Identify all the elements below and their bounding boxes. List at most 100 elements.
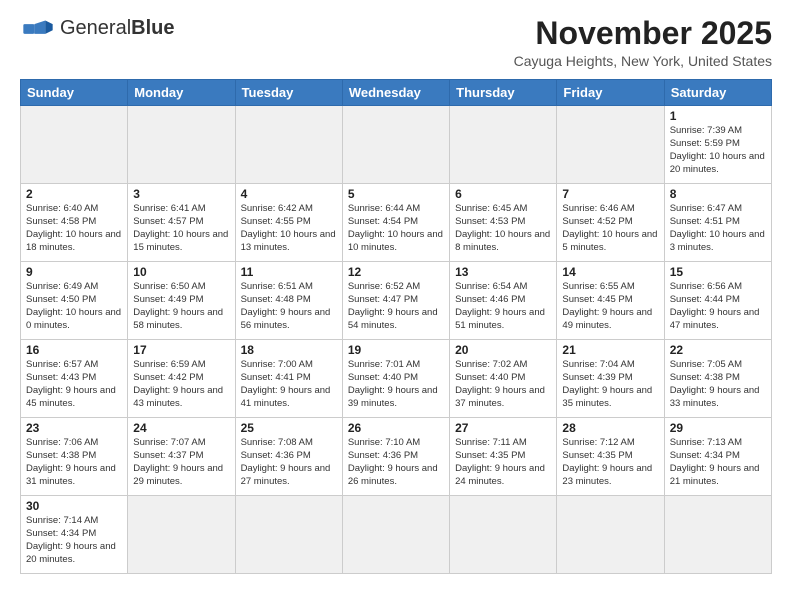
day-info: Sunrise: 6:45 AMSunset: 4:53 PMDaylight:… [455,203,551,254]
day-info: Sunrise: 7:02 AMSunset: 4:40 PMDaylight:… [455,359,551,410]
day-number: 12 [348,265,444,279]
calendar-row: 9 Sunrise: 6:49 AMSunset: 4:50 PMDaylight… [21,262,772,340]
day-cell: 6 Sunrise: 6:45 AMSunset: 4:53 PMDaylight… [450,184,557,262]
day-cell: 23 Sunrise: 7:06 AMSunset: 4:38 PMDayligh… [21,418,128,496]
day-cell: 27Sunrise: 7:11 AMSunset: 4:35 PMDayligh… [450,418,557,496]
day-number: 3 [133,187,229,201]
title-block: November 2025 Cayuga Heights, New York, … [514,16,772,69]
header-saturday: Saturday [664,80,771,106]
day-info: Sunrise: 7:01 AMSunset: 4:40 PMDaylight:… [348,359,444,410]
day-cell: 24 Sunrise: 7:07 AMSunset: 4:37 PMDayligh… [128,418,235,496]
day-info: Sunrise: 6:54 AMSunset: 4:46 PMDaylight:… [455,281,551,332]
day-info: Sunrise: 7:14 AMSunset: 4:34 PMDaylight:… [26,515,122,566]
calendar-row: 1Sunrise: 7:39 AMSunset: 5:59 PMDaylight… [21,106,772,184]
day-cell: 14 Sunrise: 6:55 AMSunset: 4:45 PMDayligh… [557,262,664,340]
day-info: Sunrise: 6:41 AMSunset: 4:57 PMDaylight:… [133,203,229,254]
day-number: 9 [26,265,122,279]
day-number: 11 [241,265,337,279]
day-number: 25 [241,421,337,435]
empty-cell [235,496,342,574]
logo-blue-text: Blue [131,17,174,39]
day-number: 27 [455,421,551,435]
day-number: 28 [562,421,658,435]
day-info: Sunrise: 7:04 AMSunset: 4:39 PMDaylight:… [562,359,658,410]
day-number: 5 [348,187,444,201]
day-cell: 9 Sunrise: 6:49 AMSunset: 4:50 PMDaylight… [21,262,128,340]
empty-cell [664,496,771,574]
day-cell: 8 Sunrise: 6:47 AMSunset: 4:51 PMDaylight… [664,184,771,262]
page: GeneralBlue November 2025 Cayuga Heights… [0,0,792,584]
empty-cell [235,106,342,184]
header-sunday: Sunday [21,80,128,106]
empty-cell [21,106,128,184]
day-info: Sunrise: 6:56 AMSunset: 4:44 PMDaylight:… [670,281,766,332]
day-number: 16 [26,343,122,357]
empty-cell [128,496,235,574]
logo-icon [20,18,56,40]
day-cell: 4 Sunrise: 6:42 AMSunset: 4:55 PMDaylight… [235,184,342,262]
day-cell: 17 Sunrise: 6:59 AMSunset: 4:42 PMDayligh… [128,340,235,418]
day-info: Sunrise: 6:51 AMSunset: 4:48 PMDaylight:… [241,281,337,332]
day-cell: 16 Sunrise: 6:57 AMSunset: 4:43 PMDayligh… [21,340,128,418]
day-info: Sunrise: 7:10 AMSunset: 4:36 PMDaylight:… [348,437,444,488]
day-cell: 25 Sunrise: 7:08 AMSunset: 4:36 PMDayligh… [235,418,342,496]
day-cell: 11 Sunrise: 6:51 AMSunset: 4:48 PMDayligh… [235,262,342,340]
day-cell: 10 Sunrise: 6:50 AMSunset: 4:49 PMDayligh… [128,262,235,340]
day-number: 19 [348,343,444,357]
calendar-row: 16 Sunrise: 6:57 AMSunset: 4:43 PMDayligh… [21,340,772,418]
calendar-row: 30Sunrise: 7:14 AMSunset: 4:34 PMDayligh… [21,496,772,574]
day-info: Sunrise: 6:59 AMSunset: 4:42 PMDaylight:… [133,359,229,410]
calendar: Sunday Monday Tuesday Wednesday Thursday… [20,79,772,574]
day-cell: 29 Sunrise: 7:13 AMSunset: 4:34 PMDayligh… [664,418,771,496]
day-cell: 26Sunrise: 7:10 AMSunset: 4:36 PMDayligh… [342,418,449,496]
day-cell: 5 Sunrise: 6:44 AMSunset: 4:54 PMDaylight… [342,184,449,262]
day-info: Sunrise: 7:07 AMSunset: 4:37 PMDaylight:… [133,437,229,488]
day-cell: 3 Sunrise: 6:41 AMSunset: 4:57 PMDaylight… [128,184,235,262]
day-info: Sunrise: 6:47 AMSunset: 4:51 PMDaylight:… [670,203,766,254]
day-info: Sunrise: 7:06 AMSunset: 4:38 PMDaylight:… [26,437,122,488]
day-cell: 13Sunrise: 6:54 AMSunset: 4:46 PMDayligh… [450,262,557,340]
day-number: 23 [26,421,122,435]
day-info: Sunrise: 6:42 AMSunset: 4:55 PMDaylight:… [241,203,337,254]
day-cell: 21 Sunrise: 7:04 AMSunset: 4:39 PMDayligh… [557,340,664,418]
day-cell: 30Sunrise: 7:14 AMSunset: 4:34 PMDayligh… [21,496,128,574]
day-number: 21 [562,343,658,357]
day-info: Sunrise: 7:12 AMSunset: 4:35 PMDaylight:… [562,437,658,488]
day-info: Sunrise: 7:13 AMSunset: 4:34 PMDaylight:… [670,437,766,488]
day-info: Sunrise: 6:40 AMSunset: 4:58 PMDaylight:… [26,203,122,254]
day-number: 29 [670,421,766,435]
header-wednesday: Wednesday [342,80,449,106]
day-cell: 1Sunrise: 7:39 AMSunset: 5:59 PMDaylight… [664,106,771,184]
day-number: 6 [455,187,551,201]
day-number: 4 [241,187,337,201]
day-info: Sunrise: 7:00 AMSunset: 4:41 PMDaylight:… [241,359,337,410]
day-number: 10 [133,265,229,279]
day-info: Sunrise: 6:49 AMSunset: 4:50 PMDaylight:… [26,281,122,332]
day-number: 18 [241,343,337,357]
empty-cell [342,496,449,574]
header-tuesday: Tuesday [235,80,342,106]
empty-cell [342,106,449,184]
calendar-row: 2Sunrise: 6:40 AMSunset: 4:58 PMDaylight… [21,184,772,262]
day-number: 17 [133,343,229,357]
logo: GeneralBlue [20,16,175,40]
empty-cell [128,106,235,184]
day-cell: 18 Sunrise: 7:00 AMSunset: 4:41 PMDayligh… [235,340,342,418]
day-info: Sunrise: 6:44 AMSunset: 4:54 PMDaylight:… [348,203,444,254]
day-info: Sunrise: 6:57 AMSunset: 4:43 PMDaylight:… [26,359,122,410]
day-info: Sunrise: 7:39 AMSunset: 5:59 PMDaylight:… [670,125,766,176]
day-cell: 19 Sunrise: 7:01 AMSunset: 4:40 PMDayligh… [342,340,449,418]
header-thursday: Thursday [450,80,557,106]
day-cell: 20Sunrise: 7:02 AMSunset: 4:40 PMDayligh… [450,340,557,418]
day-number: 7 [562,187,658,201]
day-cell: 7Sunrise: 6:46 AMSunset: 4:52 PMDaylight… [557,184,664,262]
weekday-header-row: Sunday Monday Tuesday Wednesday Thursday… [21,80,772,106]
day-cell: 2Sunrise: 6:40 AMSunset: 4:58 PMDaylight… [21,184,128,262]
day-info: Sunrise: 7:08 AMSunset: 4:36 PMDaylight:… [241,437,337,488]
logo-text: GeneralBlue [60,18,175,39]
day-info: Sunrise: 6:55 AMSunset: 4:45 PMDaylight:… [562,281,658,332]
day-number: 8 [670,187,766,201]
day-info: Sunrise: 6:50 AMSunset: 4:49 PMDaylight:… [133,281,229,332]
day-number: 14 [562,265,658,279]
day-number: 24 [133,421,229,435]
